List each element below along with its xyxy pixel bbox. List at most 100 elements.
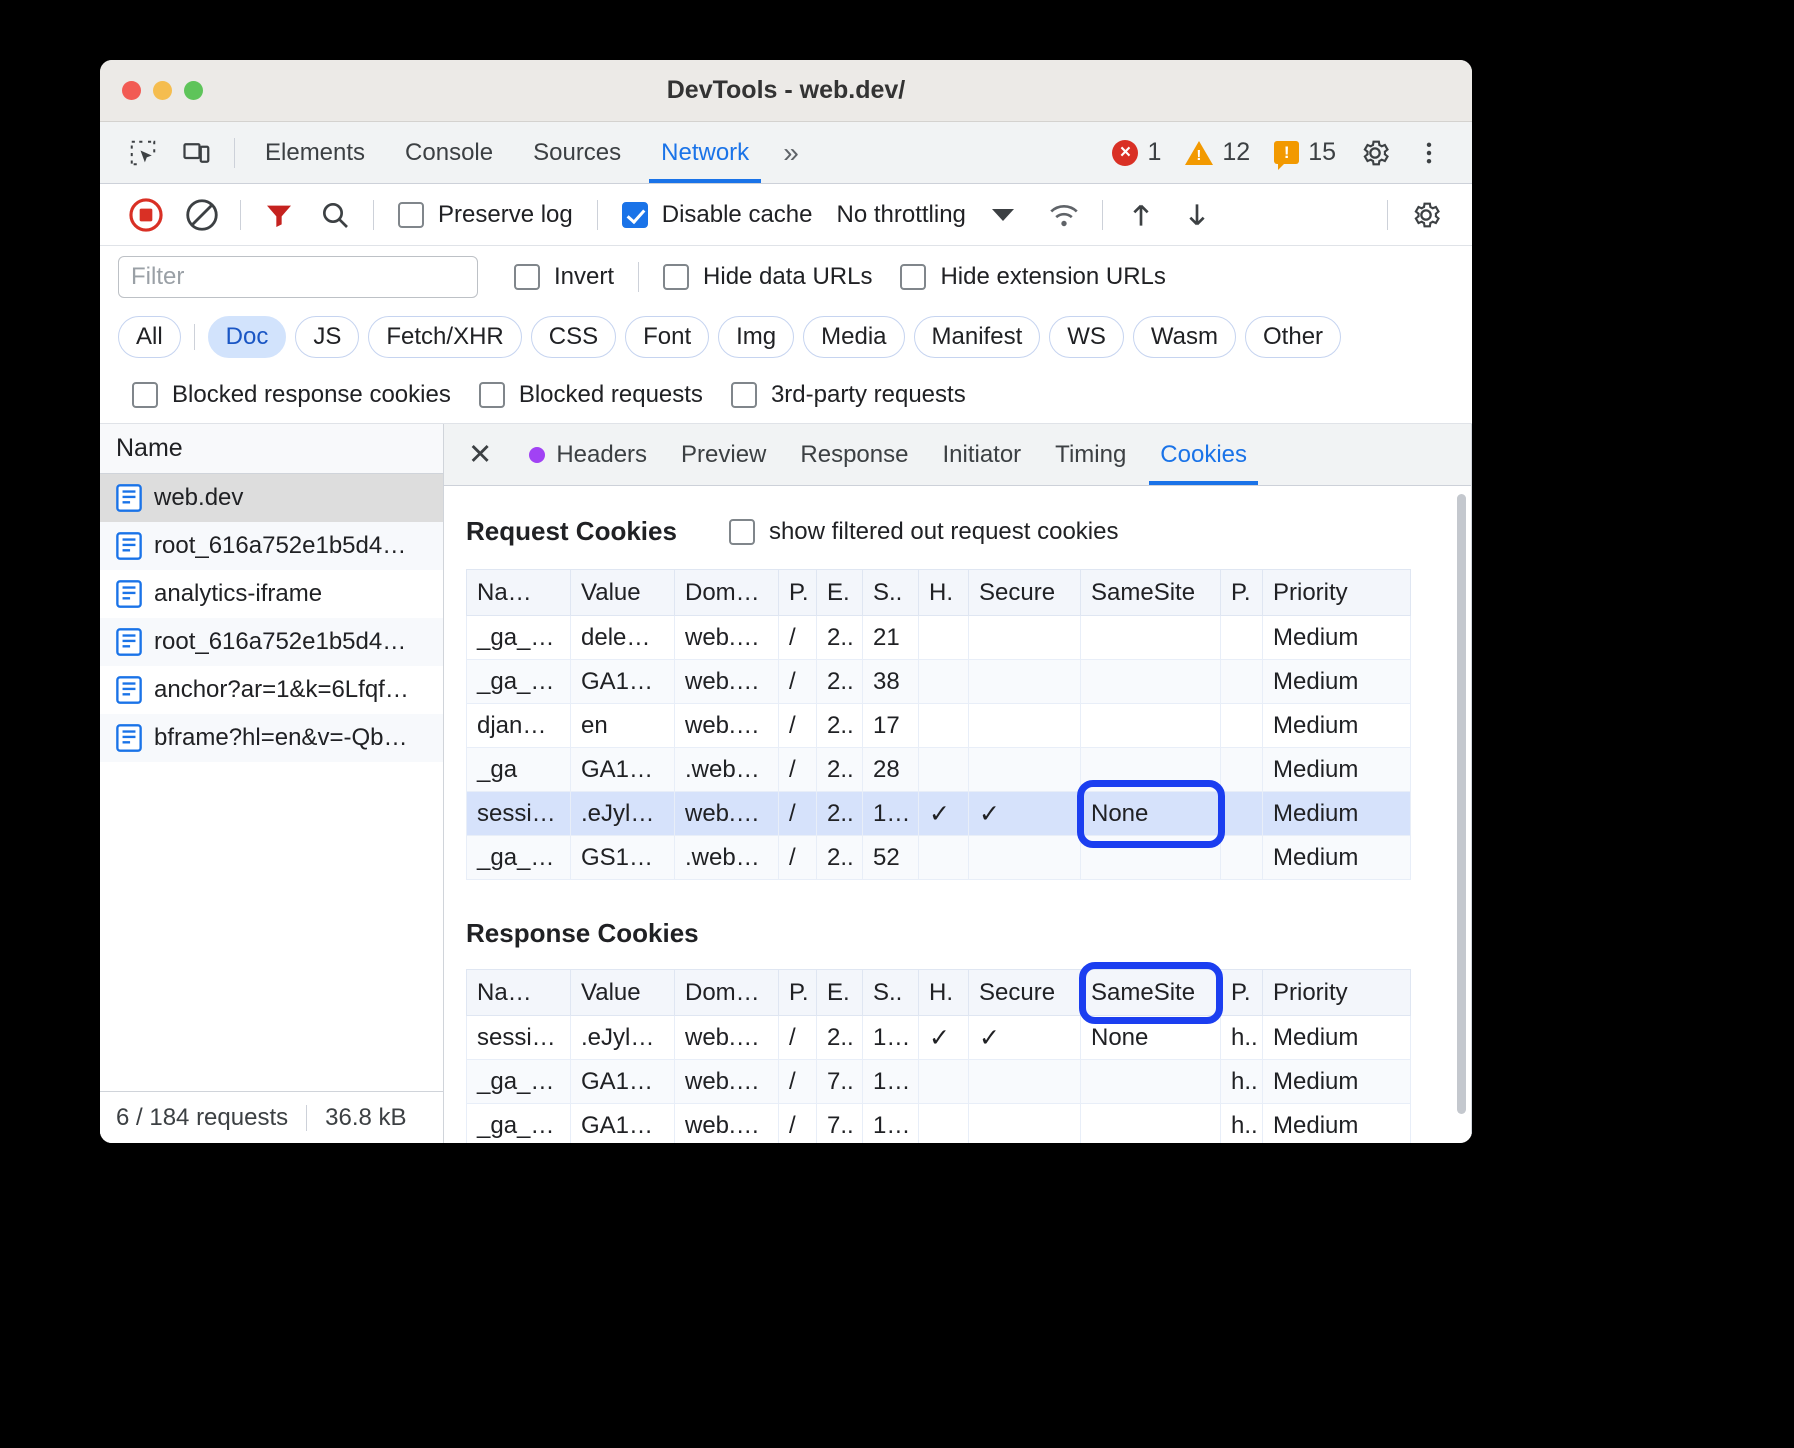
type-filter-img[interactable]: Img bbox=[718, 316, 794, 358]
filter-blocked-requests-checkbox[interactable]: Blocked requests bbox=[465, 381, 717, 409]
filter-input[interactable] bbox=[118, 256, 478, 298]
throttling-select[interactable]: No throttling bbox=[826, 201, 965, 229]
settings-gear-icon[interactable] bbox=[1348, 130, 1402, 176]
type-filter-doc[interactable]: Doc bbox=[208, 316, 287, 358]
detail-tab-initiator[interactable]: Initiator bbox=[925, 424, 1038, 485]
column-header[interactable]: Priority bbox=[1263, 570, 1411, 616]
detail-tab-response[interactable]: Response bbox=[783, 424, 925, 485]
tab-console[interactable]: Console bbox=[385, 122, 513, 183]
request-list-item[interactable]: anchor?ar=1&k=6Lfqf… bbox=[100, 666, 443, 714]
column-header[interactable]: Dom… bbox=[675, 570, 779, 616]
filter-funnel-icon[interactable] bbox=[251, 191, 307, 239]
type-filter-css[interactable]: CSS bbox=[531, 316, 616, 358]
column-header[interactable]: P. bbox=[1221, 970, 1263, 1016]
column-header[interactable]: H. bbox=[919, 970, 969, 1016]
record-stop-button[interactable] bbox=[118, 191, 174, 239]
request-list-item[interactable]: bframe?hl=en&v=-Qb… bbox=[100, 714, 443, 762]
column-header[interactable]: H. bbox=[919, 570, 969, 616]
maximize-window-button[interactable] bbox=[184, 81, 203, 100]
hide-extension-urls-checkbox[interactable]: Hide extension URLs bbox=[886, 263, 1179, 291]
inspect-element-icon[interactable] bbox=[116, 130, 170, 176]
column-header[interactable]: Value bbox=[571, 570, 675, 616]
chevron-down-icon[interactable] bbox=[992, 209, 1014, 221]
clear-button[interactable] bbox=[174, 191, 230, 239]
column-header[interactable]: Value bbox=[571, 970, 675, 1016]
request-name: anchor?ar=1&k=6Lfqf… bbox=[154, 676, 409, 704]
cookie-row[interactable]: _gaGA1….web…/2..28Medium bbox=[467, 748, 1411, 792]
cookie-row[interactable]: djan…enweb.…/2..17Medium bbox=[467, 704, 1411, 748]
type-filter-other[interactable]: Other bbox=[1245, 316, 1341, 358]
export-har-icon[interactable] bbox=[1169, 191, 1225, 239]
import-har-icon[interactable] bbox=[1113, 191, 1169, 239]
cookie-row[interactable]: _ga_…GA1…web.…/7..1…h..Medium bbox=[467, 1060, 1411, 1104]
column-header[interactable]: Na… bbox=[467, 970, 571, 1016]
warning-counter[interactable]: 12 bbox=[1173, 138, 1262, 167]
column-header[interactable]: P. bbox=[779, 970, 817, 1016]
column-header[interactable]: E. bbox=[817, 970, 863, 1016]
detail-tab-cookies[interactable]: Cookies bbox=[1143, 424, 1264, 485]
column-header[interactable]: E. bbox=[817, 570, 863, 616]
detail-tab-preview[interactable]: Preview bbox=[664, 424, 783, 485]
search-icon[interactable] bbox=[307, 191, 363, 239]
column-header[interactable]: P. bbox=[1221, 570, 1263, 616]
show-filtered-cookies-checkbox[interactable]: show filtered out request cookies bbox=[729, 518, 1119, 546]
disable-cache-checkbox[interactable]: Disable cache bbox=[608, 201, 827, 229]
detail-scrollbar[interactable] bbox=[1457, 494, 1466, 1114]
column-header[interactable]: Na… bbox=[467, 570, 571, 616]
detail-tab-timing[interactable]: Timing bbox=[1038, 424, 1143, 485]
cookie-row[interactable]: sessi….eJyl…web.…/2..1…✓✓Noneh..Medium bbox=[467, 1016, 1411, 1060]
detail-tab-headers[interactable]: Headers bbox=[512, 424, 664, 485]
type-filter-ws[interactable]: WS bbox=[1049, 316, 1124, 358]
type-filter-all[interactable]: All bbox=[118, 316, 181, 358]
cookie-cell bbox=[969, 660, 1081, 704]
cookie-row[interactable]: sessi….eJyl…web.…/2..1…✓✓NoneMedium bbox=[467, 792, 1411, 836]
cookie-row[interactable]: _ga_…dele…web.…/2..21Medium bbox=[467, 616, 1411, 660]
column-header[interactable]: Secure bbox=[969, 970, 1081, 1016]
invert-checkbox[interactable]: Invert bbox=[500, 263, 628, 291]
column-header[interactable]: SameSite bbox=[1081, 570, 1221, 616]
more-tabs-icon[interactable]: » bbox=[769, 137, 810, 169]
column-header[interactable]: P. bbox=[779, 570, 817, 616]
hide-data-urls-checkbox[interactable]: Hide data URLs bbox=[649, 263, 886, 291]
type-filter-js[interactable]: JS bbox=[295, 316, 359, 358]
close-window-button[interactable] bbox=[122, 81, 141, 100]
column-header[interactable]: S.. bbox=[863, 970, 919, 1016]
filter-3rd-party-requests-checkbox[interactable]: 3rd-party requests bbox=[717, 381, 980, 409]
close-icon[interactable]: ✕ bbox=[458, 437, 512, 472]
cookie-cell bbox=[919, 660, 969, 704]
request-list-item[interactable]: root_616a752e1b5d4… bbox=[100, 618, 443, 666]
tab-sources[interactable]: Sources bbox=[513, 122, 641, 183]
request-list-item[interactable]: analytics-iframe bbox=[100, 570, 443, 618]
window-controls[interactable] bbox=[100, 81, 203, 100]
request-list-header[interactable]: Name bbox=[100, 424, 443, 474]
minimize-window-button[interactable] bbox=[153, 81, 172, 100]
device-toolbar-icon[interactable] bbox=[170, 130, 224, 176]
column-header[interactable]: Dom… bbox=[675, 970, 779, 1016]
preserve-log-checkbox[interactable]: Preserve log bbox=[384, 201, 587, 229]
column-header[interactable]: Priority bbox=[1263, 970, 1411, 1016]
cookie-cell: dele… bbox=[571, 616, 675, 660]
type-filter-manifest[interactable]: Manifest bbox=[914, 316, 1041, 358]
type-filter-wasm[interactable]: Wasm bbox=[1133, 316, 1236, 358]
network-conditions-icon[interactable] bbox=[1036, 191, 1092, 239]
filter-blocked-response-cookies-checkbox[interactable]: Blocked response cookies bbox=[118, 381, 465, 409]
column-header[interactable]: S.. bbox=[863, 570, 919, 616]
request-list-item[interactable]: root_616a752e1b5d4… bbox=[100, 522, 443, 570]
request-list-item[interactable]: web.dev bbox=[100, 474, 443, 522]
cookie-cell: 52 bbox=[863, 836, 919, 880]
type-filter-fetch-xhr[interactable]: Fetch/XHR bbox=[368, 316, 521, 358]
tab-elements[interactable]: Elements bbox=[245, 122, 385, 183]
cookie-cell: Medium bbox=[1263, 660, 1411, 704]
cookie-row[interactable]: _ga_…GA1…web.…/7..1…h..Medium bbox=[467, 1104, 1411, 1144]
cookie-row[interactable]: _ga_…GA1…web.…/2..38Medium bbox=[467, 660, 1411, 704]
network-settings-gear-icon[interactable] bbox=[1398, 191, 1454, 239]
cookie-row[interactable]: _ga_…GS1….web…/2..52Medium bbox=[467, 836, 1411, 880]
type-filter-media[interactable]: Media bbox=[803, 316, 904, 358]
more-options-icon[interactable] bbox=[1402, 130, 1456, 176]
info-counter[interactable]: ! 15 bbox=[1262, 138, 1348, 167]
error-counter[interactable]: × 1 bbox=[1100, 138, 1173, 167]
tab-network[interactable]: Network bbox=[641, 122, 769, 183]
type-filter-font[interactable]: Font bbox=[625, 316, 709, 358]
column-header[interactable]: Secure bbox=[969, 570, 1081, 616]
column-header[interactable]: SameSite bbox=[1081, 970, 1221, 1016]
